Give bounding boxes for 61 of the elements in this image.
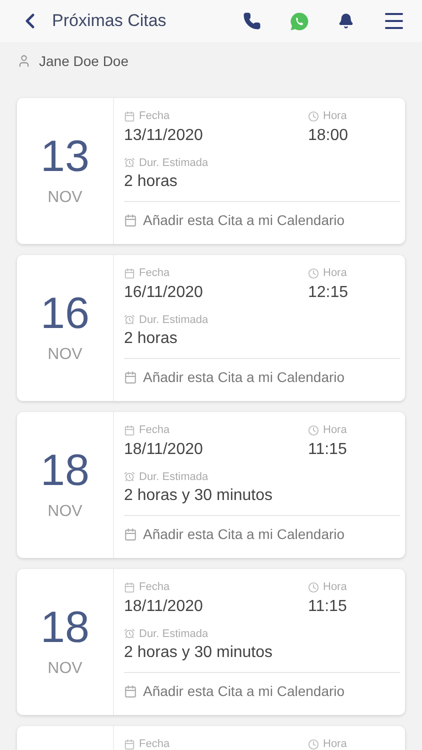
calendar-icon: [124, 110, 135, 122]
date-value: 13/11/2020: [124, 126, 204, 146]
duration-value: 2 horas: [124, 172, 178, 192]
date-label: Fecha: [139, 109, 170, 124]
duration-label: Dur. Estimada: [139, 626, 208, 642]
alarm-clock-icon: [124, 314, 135, 326]
month-label: NOV: [48, 502, 82, 522]
time-value: 18:00: [308, 126, 350, 146]
add-to-calendar-link[interactable]: Añadir esta Cita a mi Calendario: [143, 367, 345, 388]
calendar-icon: [124, 214, 137, 227]
duration-label: Dur. Estimada: [139, 156, 208, 170]
duration-label: Dur. Estimada: [139, 470, 208, 484]
duration-label: Dur. Estimada: [139, 312, 208, 328]
calendar-icon: [124, 738, 135, 750]
date-value: 18/11/2020: [124, 440, 204, 460]
add-to-calendar-link[interactable]: Añadir esta Cita a mi Calendario: [143, 210, 345, 231]
calendar-icon: [124, 685, 137, 698]
date-value: 16/11/2020: [124, 282, 204, 302]
user-icon: [17, 54, 31, 68]
time-label: Hora: [323, 423, 347, 438]
clock-icon: [308, 582, 319, 593]
calendar-icon: [124, 424, 135, 436]
date-label: Fecha: [139, 266, 170, 281]
date-label: Fecha: [139, 423, 170, 438]
time-label: Hora: [323, 266, 347, 281]
day-number: 18: [40, 446, 90, 496]
time-value: 12:15: [308, 282, 350, 302]
date-value: 18/11/2020: [124, 596, 204, 616]
day-number: 13: [40, 132, 90, 182]
time-value: 11:15: [308, 440, 348, 460]
date-label: Fecha: [139, 580, 170, 595]
clock-icon: [308, 110, 319, 122]
calendar-icon: [124, 582, 135, 593]
add-to-calendar-link[interactable]: Añadir esta Cita a mi Calendario: [143, 524, 345, 545]
phone-icon[interactable]: [243, 12, 261, 30]
clock-icon: [308, 738, 319, 750]
duration-value: 2 horas y 30 minutos: [124, 486, 274, 506]
calendar-icon: [124, 268, 135, 279]
time-label: Hora: [323, 109, 347, 124]
time-label: Hora: [323, 737, 347, 750]
add-to-calendar-link[interactable]: Añadir esta Cita a mi Calendario: [143, 681, 345, 702]
user-name: Jane Doe Doe: [39, 52, 129, 70]
alarm-clock-icon: [124, 157, 135, 168]
clock-icon: [308, 268, 319, 279]
alarm-clock-icon: [124, 471, 135, 482]
duration-value: 2 horas: [124, 329, 178, 349]
alarm-clock-icon: [124, 628, 135, 640]
time-label: Hora: [323, 580, 347, 595]
month-label: NOV: [48, 188, 82, 208]
bell-icon[interactable]: [338, 13, 354, 29]
month-label: NOV: [48, 345, 82, 365]
day-number: 16: [40, 289, 90, 339]
day-number: 18: [40, 603, 90, 653]
page-title: Próximas Citas: [52, 10, 168, 32]
month-label: NOV: [48, 659, 82, 679]
time-value: 11:15: [308, 596, 348, 616]
date-label: Fecha: [139, 737, 170, 750]
clock-icon: [308, 424, 319, 436]
duration-value: 2 horas y 30 minutos: [124, 643, 274, 663]
calendar-icon: [124, 528, 137, 541]
calendar-icon: [124, 371, 137, 384]
